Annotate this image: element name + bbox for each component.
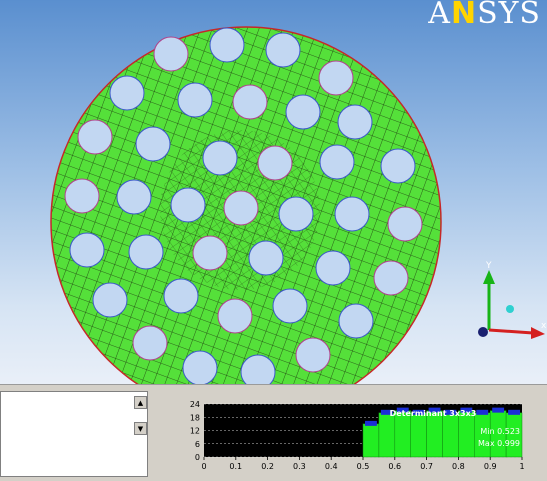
x-tick-label: 0: [201, 462, 206, 471]
y-tick-label: 18: [190, 413, 200, 422]
histogram-bar: [410, 412, 427, 458]
mesh-hole: [163, 278, 199, 314]
y-tick-label: 6: [195, 440, 200, 449]
mesh-hole: [248, 240, 284, 276]
x-tick-label: 0.9: [484, 462, 497, 471]
mesh-hole: [92, 282, 128, 318]
isometric-ball: [506, 305, 514, 313]
mesh-hole: [337, 104, 373, 140]
x-tick-label: 0.1: [229, 462, 242, 471]
mesh-hole: [217, 298, 253, 334]
mesh-hole: [153, 36, 189, 72]
x-tick-label: 0.7: [420, 462, 433, 471]
y-tick-label: 24: [190, 400, 200, 409]
histogram-bar-cap: [492, 407, 505, 413]
x-tick-label: 0.4: [325, 462, 338, 471]
mesh-hole: [315, 250, 351, 286]
mesh-hole: [182, 350, 218, 384]
mesh-hole: [278, 196, 314, 232]
mesh-hole: [209, 27, 245, 63]
mesh-hole: [116, 179, 152, 215]
mesh-hole: [177, 82, 213, 118]
mesh-hole: [135, 126, 171, 162]
mesh-hole: [223, 190, 259, 226]
mesh-hole: [170, 187, 206, 223]
scroll-up-button[interactable]: ▲: [134, 396, 147, 409]
mesh-metric-chart: 0 6 12 18 24 0 0.1 0.2 0.3 0.4 0.5 0.6 0.7 0.8 0.9 1 Det…: [190, 400, 525, 471]
mesh-hole: [77, 119, 113, 155]
axis-triad[interactable]: Y x: [467, 258, 547, 348]
mesh-hole: [387, 206, 423, 242]
mesh-hole: [232, 84, 268, 120]
y-tick-label: 12: [190, 427, 200, 436]
histogram-bar: [442, 412, 459, 458]
y-tick-label: 0: [195, 453, 200, 462]
mesh-hole: [318, 60, 354, 96]
x-tick-label: 1: [519, 462, 524, 471]
mesh-hole: [240, 354, 276, 384]
scroll-down-button[interactable]: ▼: [134, 422, 147, 435]
message-list[interactable]: ▲ ▼: [0, 391, 148, 477]
mesh-model[interactable]: [0, 0, 547, 384]
histogram-bar: [378, 412, 396, 458]
mesh-hole: [69, 232, 105, 268]
mesh-hole: [192, 235, 228, 271]
mesh-hole: [319, 144, 355, 180]
mesh-hole: [380, 148, 416, 184]
x-tick-label: 0.5: [357, 462, 370, 471]
mesh-hole: [265, 32, 301, 68]
mesh-hole: [64, 178, 100, 214]
min-value-label: Min 0.523: [480, 427, 520, 436]
x-tick-label: 0.6: [388, 462, 401, 471]
histogram-bar-cap: [476, 409, 489, 415]
x-tick-label: 0.3: [293, 462, 306, 471]
mesh-hole: [272, 288, 308, 324]
y-axis-arrowhead: [483, 270, 495, 284]
histogram-bar-cap: [508, 409, 520, 415]
x-axis-arrow: [488, 328, 534, 335]
y-axis-label: Y: [485, 261, 492, 271]
mesh-hole: [202, 140, 238, 176]
mesh-hole: [285, 94, 321, 130]
mesh-hole: [109, 75, 145, 111]
histogram-bar-cap: [365, 420, 377, 426]
mesh-hole: [132, 325, 168, 361]
x-tick-label: 0.8: [452, 462, 465, 471]
x-tick-label: 0.2: [261, 462, 274, 471]
ansys-logo: ANSYS: [428, 0, 541, 31]
mesh-hole: [128, 234, 164, 270]
x-axis-label: x: [541, 321, 547, 331]
z-axis-dot: [478, 327, 488, 337]
graphics-viewport[interactable]: ANSYS Y x: [0, 0, 547, 384]
histogram-bar: [362, 423, 380, 458]
mesh-hole: [334, 196, 370, 232]
mesh-hole: [373, 260, 409, 296]
max-value-label: Max 0.999: [478, 439, 520, 448]
mesh-hole: [257, 145, 293, 181]
chart-title: Determinant 3x3x3: [390, 409, 477, 418]
mesh-hole: [338, 303, 374, 339]
bottom-panel: ▲ ▼ 0 6 12 18 24 0 0.1 0.2 0.3 0.4 0.5 0.6 0.7 0.8 0.9…: [0, 384, 547, 481]
mesh-hole: [295, 337, 331, 373]
